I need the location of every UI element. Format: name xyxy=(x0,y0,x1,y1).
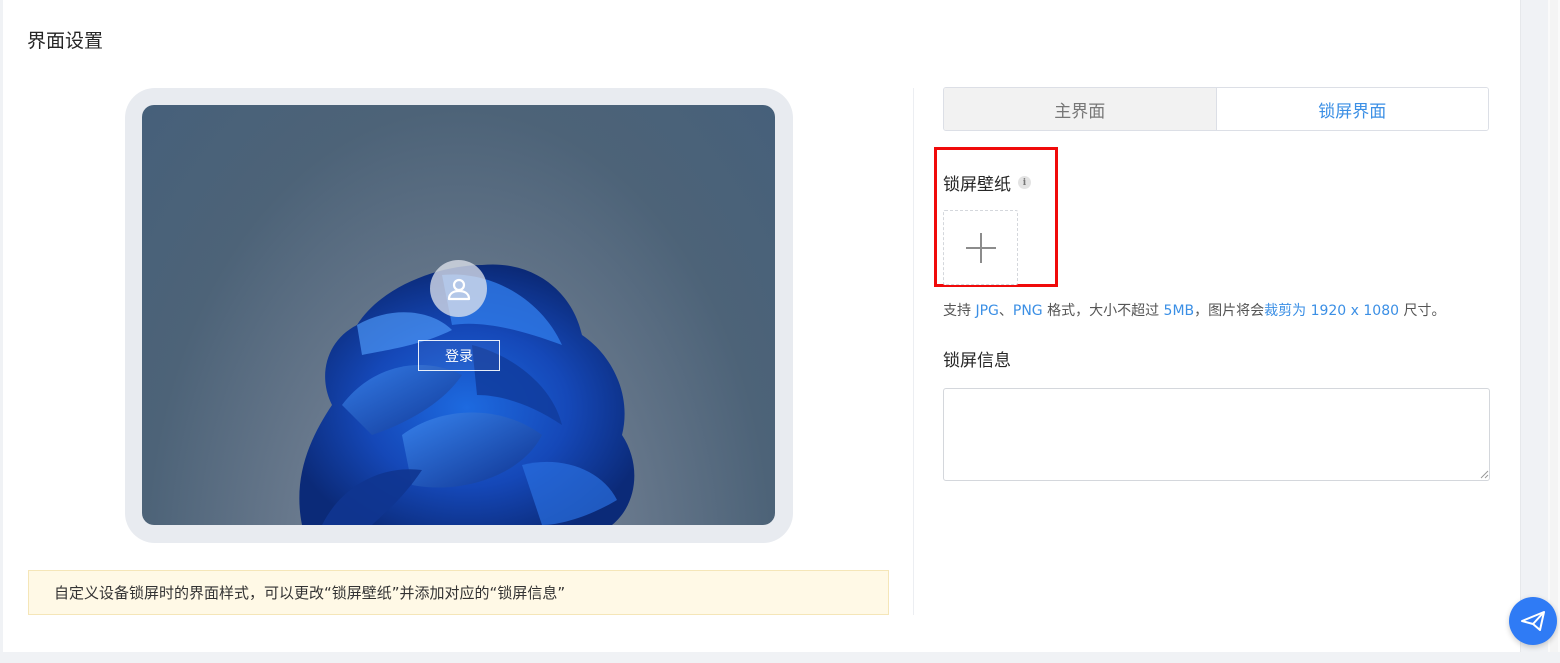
page-scrollbar[interactable] xyxy=(1548,0,1560,652)
notice-text: 自定义设备锁屏时的界面样式，可以更改“锁屏壁纸”并添加对应的“锁屏信息” xyxy=(54,584,566,602)
preview-login-button: 登录 xyxy=(418,340,500,371)
screen-tabs: 主界面 锁屏界面 xyxy=(943,87,1489,131)
hint-crop: 裁剪为 1920 x 1080 xyxy=(1264,303,1400,319)
wallpaper-upload-button[interactable] xyxy=(943,210,1018,285)
page-title: 界面设置 xyxy=(27,30,104,52)
hint-size: 5MB xyxy=(1163,303,1195,319)
info-icon[interactable]: i xyxy=(1018,176,1031,189)
lock-info-label: 锁屏信息 xyxy=(943,351,1011,371)
lockscreen-preview-screen: 登录 xyxy=(142,105,775,525)
hint-mid1: 格式，大小不超过 xyxy=(1042,303,1164,319)
hint-prefix: 支持 xyxy=(943,303,976,319)
hint-sep: 、 xyxy=(998,303,1013,319)
column-divider xyxy=(913,88,914,615)
hint-jpg: JPG xyxy=(975,303,999,319)
lock-info-textarea[interactable] xyxy=(943,388,1490,481)
send-icon xyxy=(1521,611,1545,631)
hint-png: PNG xyxy=(1012,303,1043,319)
upload-hint: 支持 JPG、PNG 格式，大小不超过 5MB，图片将会裁剪为 1920 x 1… xyxy=(943,300,1446,320)
scrollbar-thumb[interactable] xyxy=(1550,0,1558,652)
hint-mid2: ，图片将会 xyxy=(1194,303,1265,319)
user-icon xyxy=(447,278,470,300)
wallpaper-label-text: 锁屏壁纸 xyxy=(943,175,1011,195)
tab-main-screen[interactable]: 主界面 xyxy=(944,88,1217,130)
wallpaper-field-label: 锁屏壁纸 i xyxy=(943,170,1031,195)
plus-icon xyxy=(965,232,996,263)
notice-banner: 自定义设备锁屏时的界面样式，可以更改“锁屏壁纸”并添加对应的“锁屏信息” xyxy=(28,570,889,615)
hint-suffix: 尺寸。 xyxy=(1399,303,1446,319)
feedback-fab-button[interactable] xyxy=(1509,597,1557,645)
resize-grip-icon[interactable] xyxy=(1479,469,1489,479)
settings-panel: 界面设置 登录 自定义设备锁屏时的界面样式，可以更改“锁屏壁纸”并添加对应的“锁… xyxy=(3,0,1521,652)
tab-lock-screen[interactable]: 锁屏界面 xyxy=(1216,88,1488,130)
user-avatar xyxy=(430,260,487,317)
lockscreen-preview-frame: 登录 xyxy=(125,88,793,543)
